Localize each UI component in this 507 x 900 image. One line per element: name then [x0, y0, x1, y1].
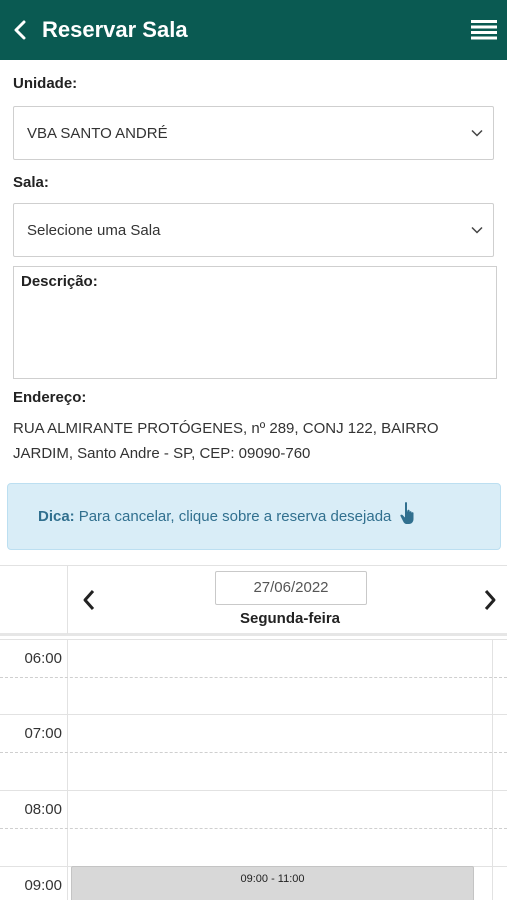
- tip-prefix: Dica:: [38, 508, 75, 525]
- endereco-value: RUA ALMIRANTE PROTÓGENES, nº 289, CONJ 1…: [13, 420, 439, 462]
- endereco-label: Endereço:: [13, 389, 87, 406]
- menu-button[interactable]: [469, 14, 499, 46]
- half-hour-line: [0, 828, 507, 829]
- reservation-event[interactable]: 09:00 - 11:00: [71, 866, 474, 900]
- hand-pointer-icon: [400, 501, 414, 524]
- hour-line: [0, 714, 507, 715]
- previous-day-button[interactable]: [76, 586, 102, 614]
- hamburger-menu-icon: [471, 20, 497, 40]
- calendar-gutter: [0, 566, 68, 634]
- date-picker-input[interactable]: 27/06/2022: [215, 571, 367, 605]
- grid-right-border: [492, 639, 493, 900]
- page-title: Reservar Sala: [42, 17, 188, 42]
- unidade-label: Unidade:: [13, 75, 78, 92]
- back-button[interactable]: [0, 0, 40, 60]
- half-hour-line: [0, 677, 507, 678]
- time-label: 07:00: [24, 725, 62, 742]
- chevron-down-icon: [471, 226, 483, 234]
- sala-label: Sala:: [13, 174, 49, 191]
- descricao-field[interactable]: Descrição:: [13, 266, 497, 379]
- sala-select-value: Selecione uma Sala: [27, 221, 161, 239]
- tip-alert: Dica: Para cancelar, clique sobre a rese…: [7, 483, 501, 550]
- hour-line: [0, 639, 507, 640]
- chevron-left-icon: [14, 20, 26, 40]
- sala-select[interactable]: Selecione uma Sala: [13, 203, 494, 257]
- weekday-label: Segunda-feira: [239, 610, 341, 627]
- time-label: 09:00: [24, 877, 62, 894]
- unidade-select[interactable]: VBA SANTO ANDRÉ: [13, 106, 494, 160]
- calendar-header: 27/06/2022 Segunda-feira: [0, 565, 507, 636]
- hour-line: [0, 790, 507, 791]
- descricao-label: Descrição:: [21, 273, 98, 290]
- time-label: 06:00: [24, 650, 62, 667]
- app-bar: Reservar Sala: [0, 0, 507, 60]
- next-day-button[interactable]: [477, 586, 503, 614]
- chevron-right-icon: [484, 590, 496, 610]
- half-hour-line: [0, 752, 507, 753]
- unidade-select-value: VBA SANTO ANDRÉ: [27, 124, 168, 142]
- time-label: 08:00: [24, 801, 62, 818]
- time-gutter: [0, 639, 68, 900]
- chevron-left-icon: [83, 590, 95, 610]
- tip-text: Para cancelar, clique sobre a reserva de…: [78, 508, 392, 525]
- chevron-down-icon: [471, 129, 483, 137]
- calendar-grid[interactable]: 06:00 07:00 08:00 09:00 09:00 - 11:00: [0, 639, 507, 900]
